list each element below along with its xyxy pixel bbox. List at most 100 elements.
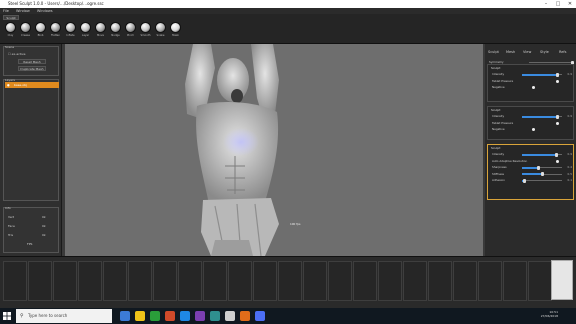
close-button[interactable]: ✕ xyxy=(564,0,576,8)
timeline-frame[interactable] xyxy=(53,261,77,301)
system-tray-clock[interactable]: 10:51 27/06/2018 xyxy=(541,310,558,318)
setting-row[interactable]: Tablet Pressure xyxy=(492,121,572,126)
symmetry-track[interactable] xyxy=(529,62,573,63)
setting-row[interactable]: Stiffness 0.5 xyxy=(492,172,572,177)
setting-row[interactable]: Sharpness 0.4 xyxy=(492,165,572,170)
toggle-icon[interactable] xyxy=(532,128,535,131)
brush-11[interactable]: Mask xyxy=(169,22,182,37)
section-title[interactable]: Sculpt xyxy=(491,108,500,112)
timeline-frame[interactable] xyxy=(103,261,127,301)
taskbar-app-icon[interactable] xyxy=(255,311,265,321)
slider-track[interactable] xyxy=(522,180,562,181)
taskbar-app-icon[interactable] xyxy=(180,311,190,321)
brush-label: Snake xyxy=(156,34,165,37)
timeline-frame[interactable] xyxy=(503,261,527,301)
brush-4[interactable]: Inflate xyxy=(64,22,77,37)
tab-view[interactable]: View xyxy=(523,50,531,54)
slider-knob[interactable] xyxy=(555,72,559,77)
layer-name: base-obj xyxy=(14,82,27,87)
timeline-frame[interactable] xyxy=(278,261,302,301)
brush-9[interactable]: Smooth xyxy=(139,22,152,37)
duplicate-mesh-button[interactable]: Duplicate Mesh xyxy=(18,66,46,71)
menu-window[interactable]: Window xyxy=(16,9,30,13)
taskbar-app-icon[interactable] xyxy=(195,311,205,321)
timeline-frame[interactable] xyxy=(153,261,177,301)
brush-sphere-icon xyxy=(125,22,136,33)
windows-start-icon[interactable] xyxy=(3,312,11,320)
timeline-frame[interactable] xyxy=(428,261,452,301)
timeline-frame[interactable] xyxy=(78,261,102,301)
minimize-button[interactable]: – xyxy=(540,0,552,8)
brush-2[interactable]: Blob xyxy=(34,22,47,37)
setting-row[interactable]: Intensity 0.9 xyxy=(492,114,572,119)
timeline-frame[interactable] xyxy=(128,261,152,301)
layer-row-selected[interactable]: ● base-obj xyxy=(5,82,59,88)
setting-row[interactable]: Adhesion 0.1 xyxy=(492,178,572,183)
timeline-frame[interactable] xyxy=(378,261,402,301)
timeline-frame[interactable] xyxy=(253,261,277,301)
setting-row[interactable]: Intensity 0.9 xyxy=(492,72,572,77)
section-title[interactable]: Sculpt xyxy=(491,146,500,150)
slider-knob[interactable] xyxy=(522,178,526,183)
brush-7[interactable]: Nudge xyxy=(109,22,122,37)
timeline-frame[interactable] xyxy=(478,261,502,301)
tab-mesh[interactable]: Mesh xyxy=(506,50,515,54)
timeline-frame[interactable] xyxy=(353,261,377,301)
slider-fill xyxy=(522,115,558,118)
tab-sculpt-settings[interactable]: Sculpt xyxy=(488,50,499,54)
brush-3[interactable]: Flatten xyxy=(49,22,62,37)
timeline-frame[interactable] xyxy=(203,261,227,301)
slider-knob[interactable] xyxy=(555,114,559,119)
taskbar-app-icon[interactable] xyxy=(165,311,175,321)
timeline-frame[interactable] xyxy=(28,261,52,301)
brush-label: Pinch xyxy=(127,34,134,37)
slider-knob[interactable] xyxy=(536,165,540,170)
timeline-frame[interactable] xyxy=(303,261,327,301)
tab-style[interactable]: Style xyxy=(540,50,549,54)
timeline-frame[interactable] xyxy=(228,261,252,301)
timeline-frame[interactable] xyxy=(453,261,477,301)
timeline-frame[interactable] xyxy=(178,261,202,301)
viewport-3d[interactable]: 100 fps xyxy=(65,44,483,256)
maximize-button[interactable]: □ xyxy=(552,0,564,8)
menu-windows[interactable]: Windows xyxy=(37,9,53,13)
brush-0[interactable]: Clay xyxy=(4,22,17,37)
tab-refs[interactable]: Refs xyxy=(559,50,566,54)
slider-value: 0.9 xyxy=(567,72,572,76)
setting-row[interactable]: Tablet Pressure xyxy=(492,79,572,84)
section-title[interactable]: Sculpt xyxy=(491,66,500,70)
taskbar-app-icon[interactable] xyxy=(135,311,145,321)
setting-row[interactable]: Negative xyxy=(492,85,572,90)
toggle-icon[interactable] xyxy=(556,121,559,125)
slider-knob[interactable] xyxy=(554,152,558,157)
setting-row[interactable]: Negative xyxy=(492,127,572,132)
timeline-frame[interactable] xyxy=(403,261,427,301)
slider-knob[interactable] xyxy=(540,172,544,176)
timeline-frame[interactable] xyxy=(3,261,27,301)
brush-1[interactable]: Crease xyxy=(19,22,32,37)
toggle-icon[interactable] xyxy=(556,159,559,163)
taskbar-app-icon[interactable] xyxy=(240,311,250,321)
menu-file[interactable]: File xyxy=(3,9,9,13)
tab-sculpt[interactable]: Sculpt xyxy=(3,15,19,20)
reset-mesh-button[interactable]: Reset Mesh xyxy=(18,59,46,64)
taskbar-app-icon[interactable] xyxy=(150,311,160,321)
brush-6[interactable]: Move xyxy=(94,22,107,37)
brush-5[interactable]: Layer xyxy=(79,22,92,37)
taskbar-search-input[interactable]: ⚲ Type here to search xyxy=(16,309,112,323)
thumbnail-preview[interactable] xyxy=(551,260,573,300)
toggle-icon[interactable] xyxy=(556,79,559,83)
timeline-frame[interactable] xyxy=(528,261,552,301)
brush-sphere-icon xyxy=(65,22,76,33)
eye-icon: ● xyxy=(7,82,10,87)
taskbar-app-icon[interactable] xyxy=(210,311,220,321)
taskbar-app-icon[interactable] xyxy=(120,311,130,321)
scene-object[interactable]: ☐ ex-active xyxy=(8,52,25,56)
toggle-icon[interactable] xyxy=(532,86,535,89)
brush-8[interactable]: Pinch xyxy=(124,22,137,37)
timeline-frame[interactable] xyxy=(328,261,352,301)
setting-row[interactable]: Intensity 0.9 xyxy=(492,152,572,157)
taskbar-app-icon[interactable] xyxy=(225,311,235,321)
setting-row[interactable]: Auto Adaptive Resolution xyxy=(492,159,572,164)
brush-10[interactable]: Snake xyxy=(154,22,167,37)
